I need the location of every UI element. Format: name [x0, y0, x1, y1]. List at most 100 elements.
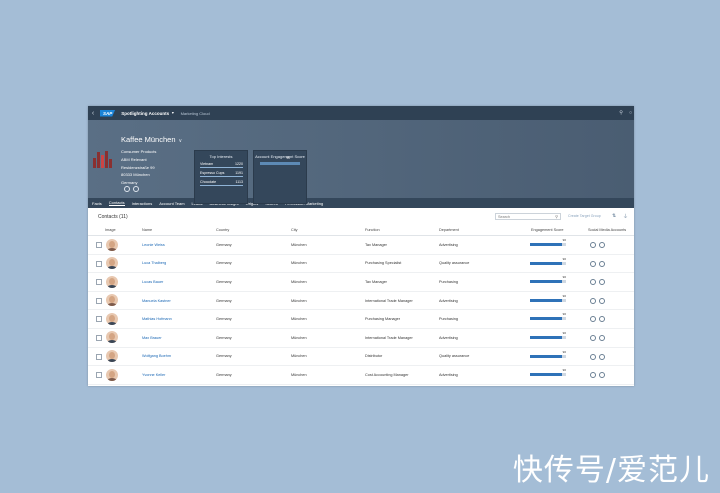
- twitter-icon[interactable]: [590, 372, 596, 379]
- contact-department: Quality assurance: [439, 261, 470, 266]
- facebook-icon[interactable]: [599, 353, 605, 360]
- search-icon[interactable]: ⚲: [555, 214, 558, 220]
- contact-country: Germany: [216, 242, 232, 247]
- table-row[interactable]: Manuela Kastner Germany München Internation…: [88, 292, 634, 311]
- interest-row[interactable]: Vietnam 1220: [200, 162, 243, 168]
- twitter-icon[interactable]: [590, 334, 596, 341]
- chevron-down-icon[interactable]: ▼: [171, 111, 174, 115]
- contact-city: München: [291, 372, 307, 377]
- engagement-score-fill: [530, 261, 563, 265]
- row-checkbox[interactable]: [96, 334, 102, 341]
- twitter-icon[interactable]: [590, 353, 596, 360]
- contact-photo: [106, 257, 118, 270]
- contact-department: Quality assurance: [439, 354, 470, 359]
- social-media-icons: [590, 372, 605, 379]
- back-icon[interactable]: ‹: [88, 106, 98, 120]
- search-input[interactable]: Search ⚲: [495, 213, 561, 220]
- contact-country: Germany: [216, 354, 232, 359]
- top-interests-card[interactable]: Top Interests Vietnam 1220 Espresso Cups 1…: [194, 150, 248, 204]
- tab-interactions[interactable]: Interactions: [132, 201, 153, 206]
- engagement-score-bar: 90: [530, 275, 566, 284]
- row-checkbox[interactable]: [96, 279, 102, 286]
- social-media-icons: [590, 353, 605, 360]
- account-header: Kaffee München ∨ Consumer Products ABM Re…: [88, 120, 634, 204]
- contact-name[interactable]: Yvonne Keller: [142, 373, 165, 377]
- social-media-icons: [590, 242, 605, 248]
- contact-function: Tax Manager: [365, 279, 387, 284]
- engagement-score-bar: 90: [530, 257, 566, 265]
- facebook-icon[interactable]: [599, 297, 605, 304]
- create-target-group-button[interactable]: Create Target Group: [568, 214, 601, 218]
- contact-name[interactable]: Leonie Weiss: [142, 243, 165, 247]
- engagement-score-value: 90: [562, 349, 566, 354]
- interest-row[interactable]: Chocolate 1113: [200, 180, 243, 186]
- contact-country: Germany: [216, 261, 232, 266]
- facebook-icon[interactable]: [599, 260, 605, 267]
- contact-name[interactable]: Wolfgang Boehm: [142, 354, 171, 358]
- engagement-score-fill: [530, 243, 563, 246]
- facebook-icon[interactable]: [599, 242, 605, 248]
- engagement-score-bar: 90: [530, 331, 566, 339]
- contact-name[interactable]: Manuela Kastner: [142, 299, 171, 303]
- row-checkbox[interactable]: [96, 297, 102, 304]
- table-row[interactable]: Mathias Hofmann Germany München Purchasing …: [88, 310, 634, 329]
- social-media-icons: [590, 297, 605, 304]
- row-checkbox[interactable]: [96, 353, 102, 360]
- contact-function: International Trade Manager: [365, 298, 413, 303]
- table-row[interactable]: Yvonne Keller Germany München Cost Accounti…: [88, 366, 634, 385]
- contact-department: Purchasing: [439, 279, 458, 284]
- contact-function: Cost Accounting Manager: [365, 372, 409, 377]
- engagement-score-fill: [530, 354, 563, 358]
- contacts-toolbar: Contacts (11) Search ⚲ Create Target Grou…: [88, 208, 634, 225]
- tab-facts[interactable]: Facts: [92, 201, 102, 206]
- row-checkbox[interactable]: [96, 242, 102, 248]
- table-row[interactable]: Wolfgang Boehm Germany München Distributor Q…: [88, 348, 634, 367]
- engagement-score-bar: 90: [530, 294, 566, 302]
- engagement-score-card[interactable]: Account Engagement Score 90: [253, 150, 307, 204]
- facebook-icon[interactable]: [599, 279, 605, 286]
- engagement-score-bar: 90: [530, 238, 566, 246]
- table-row[interactable]: Leonie Weiss Germany München Tax Manager Adv…: [88, 236, 634, 255]
- contact-country: Germany: [216, 298, 232, 303]
- contact-name[interactable]: Lucas Bauer: [142, 280, 163, 284]
- engagement-score-fill: [530, 280, 563, 284]
- contact-country: Germany: [216, 372, 232, 377]
- sort-icon[interactable]: ⇅: [612, 213, 616, 219]
- table-row[interactable]: Max Brauer Germany München International Tr…: [88, 329, 634, 348]
- account-name: Kaffee München ∨: [121, 135, 183, 144]
- row-checkbox[interactable]: [96, 372, 102, 379]
- table-row[interactable]: Lucas Bauer Germany München Tax Manager Purc…: [88, 273, 634, 292]
- chevron-down-icon[interactable]: ∨: [179, 138, 183, 144]
- filter-icon[interactable]: ⏚: [623, 213, 628, 220]
- social-media-icons: [590, 334, 605, 341]
- facebook-icon[interactable]: [599, 316, 605, 323]
- contact-city: München: [291, 242, 307, 247]
- twitter-icon[interactable]: [124, 186, 130, 192]
- contact-country: Germany: [216, 279, 232, 284]
- search-icon[interactable]: ⚲: [619, 110, 623, 116]
- twitter-icon[interactable]: [590, 316, 596, 323]
- contact-photo: [106, 368, 118, 381]
- twitter-icon[interactable]: [590, 279, 596, 286]
- app-title[interactable]: Spotlighting Accounts: [121, 111, 169, 116]
- help-icon[interactable]: ○: [629, 110, 632, 116]
- facebook-icon[interactable]: [599, 334, 605, 341]
- facebook-icon[interactable]: [599, 372, 605, 379]
- table-row[interactable]: Luca Thalberg Germany München Purchasing Sp…: [88, 255, 634, 274]
- tab-account-team[interactable]: Account Team: [159, 201, 184, 206]
- row-checkbox[interactable]: [96, 260, 102, 267]
- contact-name[interactable]: Max Brauer: [142, 336, 162, 340]
- twitter-icon[interactable]: [590, 297, 596, 304]
- tab-contacts[interactable]: Contacts: [108, 200, 125, 206]
- contact-photo: [106, 312, 118, 325]
- contact-name[interactable]: Luca Thalberg: [142, 261, 166, 265]
- contact-name[interactable]: Mathias Hofmann: [142, 317, 172, 321]
- contact-photo: [106, 238, 118, 251]
- interest-row[interactable]: Espresso Cups 1191: [200, 171, 243, 177]
- contacts-title: Contacts (11): [98, 213, 128, 220]
- social-media-icons: [590, 279, 605, 286]
- twitter-icon[interactable]: [590, 260, 596, 267]
- twitter-icon[interactable]: [590, 242, 596, 248]
- facebook-icon[interactable]: [133, 186, 139, 192]
- row-checkbox[interactable]: [96, 316, 102, 323]
